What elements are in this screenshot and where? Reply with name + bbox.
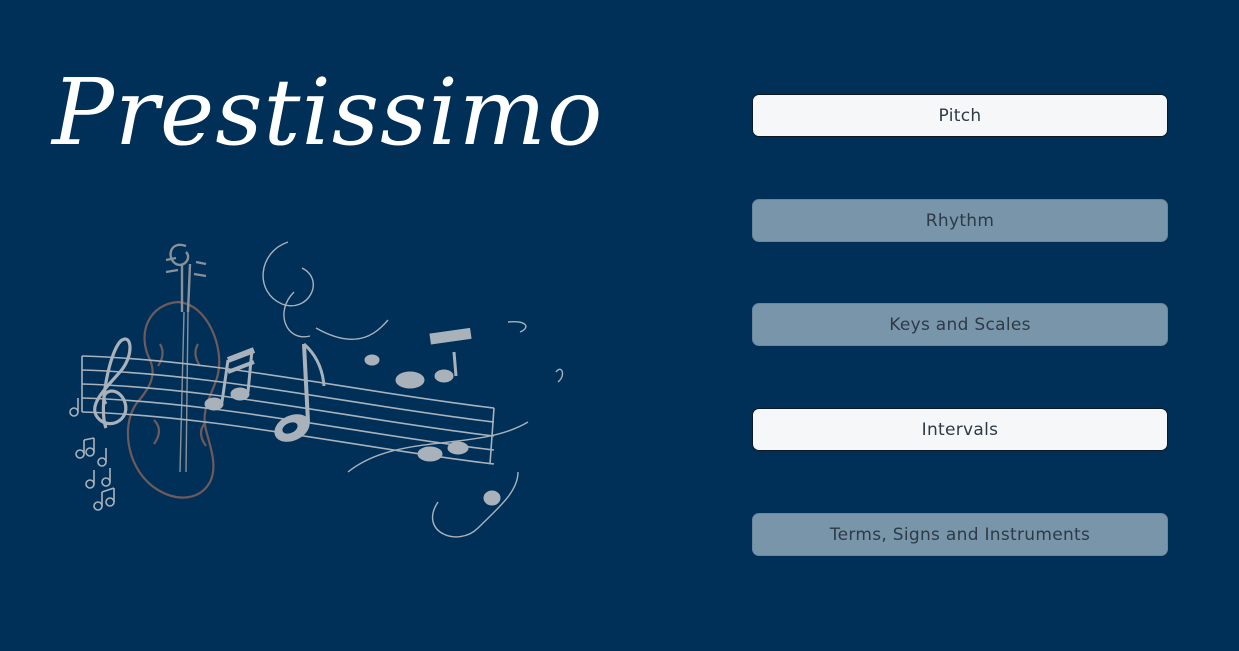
treble-clef-icon — [93, 337, 132, 429]
violin-scroll-icon — [165, 243, 207, 473]
intervals-button[interactable]: Intervals — [752, 408, 1168, 451]
app-title: Prestissimo — [52, 59, 604, 166]
small-notes-icon — [69, 398, 115, 511]
terms-signs-instruments-button[interactable]: Terms, Signs and Instruments — [752, 513, 1168, 556]
violin-music-notes-icon — [69, 241, 564, 538]
keys-and-scales-button[interactable]: Keys and Scales — [752, 303, 1168, 346]
eighth-notes-icon — [204, 347, 256, 411]
pitch-button[interactable]: Pitch — [752, 94, 1168, 137]
scattered-notes-icon — [364, 327, 501, 506]
rhythm-button[interactable]: Rhythm — [752, 199, 1168, 242]
violin-icon — [126, 300, 221, 499]
